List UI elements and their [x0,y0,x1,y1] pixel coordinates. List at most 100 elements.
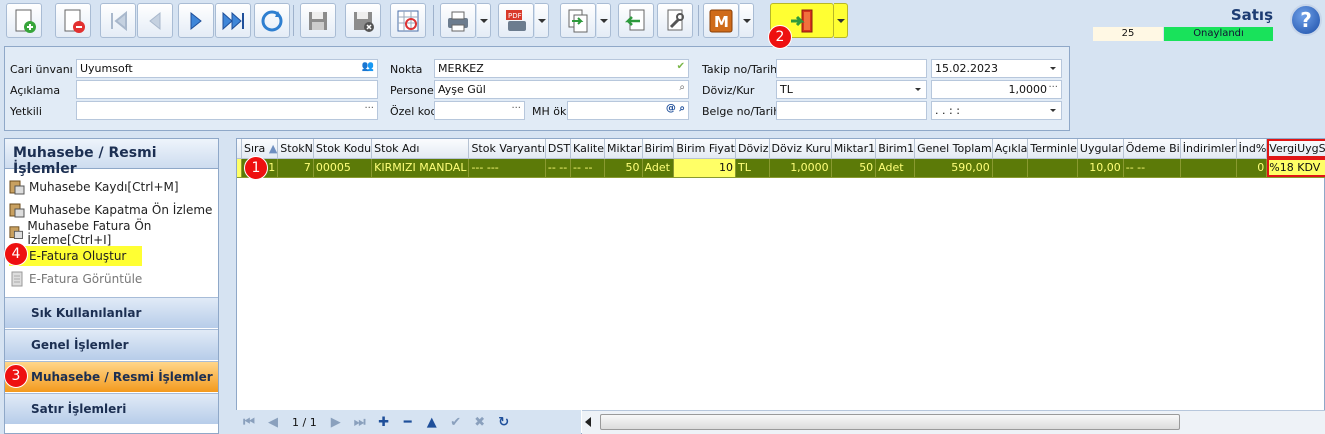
last-page-icon[interactable]: ⏭ [351,413,369,431]
muhasebe-kapatma-item[interactable]: Muhasebe Kapatma Ön İzleme [9,200,212,220]
muhasebe-fatura-item[interactable]: Muhasebe Fatura Ön İzleme[Ctrl+I] [9,219,218,247]
save-icon[interactable] [300,3,336,38]
cell-indirimler[interactable] [1180,158,1237,178]
edit-row-icon[interactable]: ▲ [423,413,441,431]
scroll-thumb[interactable] [600,414,1180,430]
col-birim[interactable]: Birim [642,139,675,159]
col-aciklama[interactable]: Açıkla [992,139,1029,159]
copy-doc-icon[interactable] [560,3,596,38]
e-fatura-goruntule-item[interactable]: E-Fatura Görüntüle [9,269,142,289]
cell-stokn[interactable]: 7 [277,158,314,178]
col-vergi-uyg-seti[interactable]: VergiUygSeti [1266,139,1325,159]
cell-birim[interactable]: Adet [642,158,675,178]
cell-termin[interactable] [1027,158,1078,178]
pdf-icon[interactable]: PDF [498,3,534,38]
cell-ind-pct[interactable]: 0 [1236,158,1268,178]
contacts-icon[interactable]: 👥 [362,61,374,72]
cell-genel-toplam[interactable]: 590,00 [914,158,993,178]
col-stokn[interactable]: StokN [277,139,314,159]
cell-doviz-kuru[interactable]: 1,0000 [769,158,832,178]
personel-field[interactable]: Ayşe Gül ⌕ [434,80,689,99]
yetkili-ellipsis-button[interactable]: ··· [364,103,374,114]
exit-dropdown[interactable] [834,3,848,38]
cancel-icon[interactable]: ✖ [471,413,489,431]
next-page-icon[interactable]: ▶ [327,413,345,431]
col-termin[interactable]: Terminle [1027,139,1078,159]
new-doc-icon[interactable] [6,3,42,38]
col-doviz[interactable]: Döviz [735,139,770,159]
help-icon[interactable]: ? [1290,4,1322,36]
yetkili-field[interactable]: ··· [76,101,378,120]
pdf-dropdown[interactable] [535,3,549,38]
m-icon[interactable]: M [703,3,739,38]
belge-date-field[interactable]: . . : : [931,101,1062,120]
chevron-down-icon[interactable] [1050,67,1056,70]
kur-ellipsis-button[interactable]: ··· [1048,82,1058,93]
add-row-icon[interactable]: ✚ [375,413,393,431]
col-indirimler[interactable]: İndirimler [1180,139,1237,159]
cell-stok-varyanti[interactable]: --- --- [468,158,546,178]
col-dst[interactable]: DST [545,139,572,159]
chevron-down-icon[interactable] [915,88,921,91]
table-row[interactable]: 1 7 00005 KIRMIZI MANDAL --- --- -- -- -… [237,158,1325,178]
col-miktar[interactable]: Miktar [604,139,643,159]
first-page-icon[interactable]: ⏮ [240,413,258,431]
check-icon[interactable]: ✔ [677,61,685,72]
print-icon[interactable] [440,3,476,38]
prev-page-icon[interactable]: ◀ [264,413,282,431]
e-fatura-olustur-item[interactable]: E-Fatura Oluştur [9,246,143,266]
aciklama-field[interactable] [76,80,378,99]
group-sik-kullanilanlar[interactable]: Sık Kullanılanlar [5,297,218,328]
doviz-field[interactable]: TL [776,80,927,99]
cell-kalite[interactable]: -- -- [570,158,606,178]
cell-stok-kodu[interactable]: 00005 [313,158,373,178]
delete-doc-icon[interactable] [55,3,91,38]
horizontal-scrollbar[interactable] [582,410,1325,434]
m-dropdown[interactable] [740,3,754,38]
tools-icon[interactable] [657,3,693,38]
refresh-grid-icon[interactable]: ↻ [495,413,513,431]
next-record-icon[interactable] [178,3,214,38]
cell-vergi-uyg-seti[interactable]: %18 KDV [1266,158,1325,178]
ozel-kod-ellipsis-button[interactable]: ··· [511,103,521,114]
col-ind-pct[interactable]: İnd% [1236,139,1268,159]
confirm-icon[interactable]: ✔ [447,413,465,431]
col-stok-kodu[interactable]: Stok Kodu [313,139,373,159]
print-dropdown[interactable] [477,3,491,38]
last-record-icon[interactable] [215,3,251,38]
cell-stok-adi[interactable]: KIRMIZI MANDAL [371,158,470,178]
col-birim1[interactable]: Birim1 [875,139,916,159]
col-stok-adi[interactable]: Stok Adı [371,139,470,159]
copy-dropdown[interactable] [597,3,611,38]
first-record-icon[interactable] [100,3,136,38]
col-stok-varyanti[interactable]: Stok Varyantı [468,139,546,159]
kur-field[interactable]: 1,0000 ··· [931,80,1062,99]
cell-miktar1[interactable]: 50 [831,158,877,178]
col-sira[interactable]: Sıra ▲ [241,139,279,159]
cell-odeme[interactable]: -- -- [1123,158,1181,178]
col-genel-toplam[interactable]: Genel Toplam [914,139,993,159]
back-icon[interactable] [618,3,654,38]
col-kalite[interactable]: Kalite [570,139,606,159]
cell-dst[interactable]: -- -- [545,158,572,178]
group-genel-islemler[interactable]: Genel İşlemler [5,329,218,360]
chevron-down-icon[interactable] [1050,109,1056,112]
cell-doviz[interactable]: TL [735,158,770,178]
email-icon[interactable]: @ ⌕ [666,103,685,114]
col-doviz-kuru[interactable]: Döviz Kuru [769,139,832,159]
takip-date-field[interactable]: 15.02.2023 [931,59,1062,78]
scroll-left-icon[interactable] [585,417,591,427]
mh-ok-field[interactable]: @ ⌕ [567,101,689,120]
group-satir-islemleri[interactable]: Satır İşlemleri [5,393,218,424]
group-muhasebe-resmi[interactable]: Muhasebe / Resmi İşlemler [5,361,218,392]
cell-aciklama[interactable] [992,158,1029,178]
cell-birim-fiyat[interactable]: 10 [673,158,736,178]
belge-no-field[interactable] [776,101,927,120]
nokta-field[interactable]: MERKEZ ✔ [434,59,689,78]
col-odeme[interactable]: Ödeme Bi [1123,139,1181,159]
cell-miktar[interactable]: 50 [604,158,643,178]
cari-unvani-field[interactable]: Uyumsoft 👥 [76,59,378,78]
muhasebe-kaydi-item[interactable]: Muhasebe Kaydı[Ctrl+M] [9,177,179,197]
col-birim-fiyat[interactable]: Birim Fiyat [673,139,736,159]
save-close-icon[interactable] [345,3,381,38]
